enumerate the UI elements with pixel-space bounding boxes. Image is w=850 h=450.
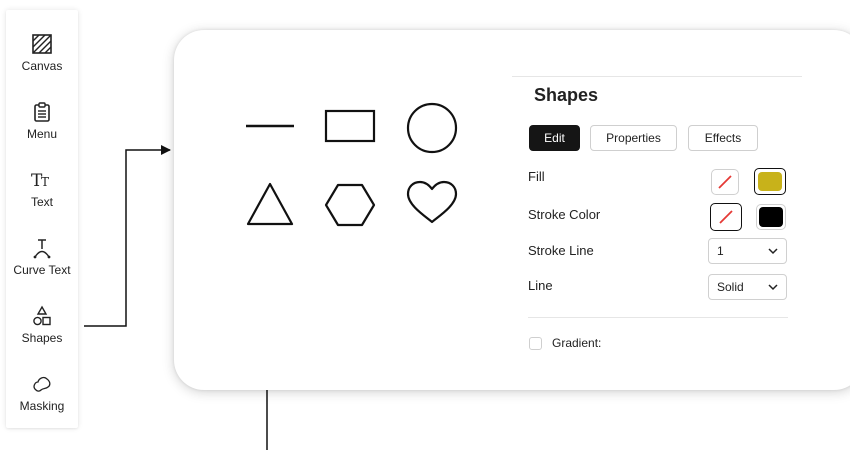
toolbar-item-text[interactable]: TT Text [6,168,78,228]
stroke-none-swatch[interactable] [710,203,742,231]
fill-color-swatch[interactable] [754,168,786,195]
fill-label: Fill [528,169,545,184]
heart-shape[interactable] [404,178,460,228]
properties-title: Shapes [534,85,599,105]
tab-effects[interactable]: Effects [688,125,758,151]
svg-text:T: T [41,175,49,189]
toolbar-item-masking[interactable]: Masking [6,372,78,432]
arrow-toolbar-to-panel [84,145,171,327]
divider [528,317,788,318]
shapes-icon [30,304,54,328]
left-toolbar: Canvas Menu TT Text Curve Text Shapes Ma… [6,10,78,428]
toolbar-item-label: Curve Text [13,263,71,277]
rectangle-shape[interactable] [322,104,378,148]
curve-text-icon [30,236,54,260]
line-style-select[interactable]: Solid [708,274,787,300]
line-style-value: Solid [717,280,744,294]
chevron-down-icon [768,248,778,255]
stroke-color-swatch[interactable] [756,204,786,230]
toolbar-item-canvas[interactable]: Canvas [6,32,78,92]
properties-panel: Shapes Edit Properties Effects Fill Stro… [512,76,802,350]
tab-properties[interactable]: Properties [590,125,677,151]
no-color-icon [718,175,732,189]
fill-none-swatch[interactable] [711,169,739,195]
line-label: Line [528,278,553,293]
toolbar-item-menu[interactable]: Menu [6,100,78,160]
hexagon-shape[interactable] [322,180,378,230]
masking-icon [30,372,54,396]
fill-color-chip [758,172,782,191]
canvas-icon [30,32,54,56]
menu-clipboard-icon [30,100,54,124]
shapes-panel [174,30,850,390]
tab-edit[interactable]: Edit [529,125,580,151]
toolbar-item-label: Canvas [21,59,63,73]
stroke-color-chip [759,207,783,227]
line-shape[interactable] [242,108,298,144]
toolbar-item-label: Shapes [21,331,63,345]
triangle-shape[interactable] [242,180,298,230]
toolbar-item-curve-text[interactable]: Curve Text [6,236,78,296]
toolbar-item-label: Menu [26,127,58,141]
text-icon: TT [30,168,54,192]
chevron-down-icon [768,284,778,291]
toolbar-item-label: Masking [19,399,65,413]
stroke-line-label: Stroke Line [528,243,594,258]
circle-shape[interactable] [404,100,460,156]
toolbar-item-shapes[interactable]: Shapes [6,304,78,364]
stroke-line-select[interactable]: 1 [708,238,787,264]
stroke-color-label: Stroke Color [528,207,601,222]
gradient-label: Gradient: [552,336,602,350]
no-color-icon [719,210,733,224]
stroke-line-value: 1 [717,244,724,258]
toolbar-item-label: Text [30,195,53,209]
gradient-checkbox[interactable] [529,337,542,350]
